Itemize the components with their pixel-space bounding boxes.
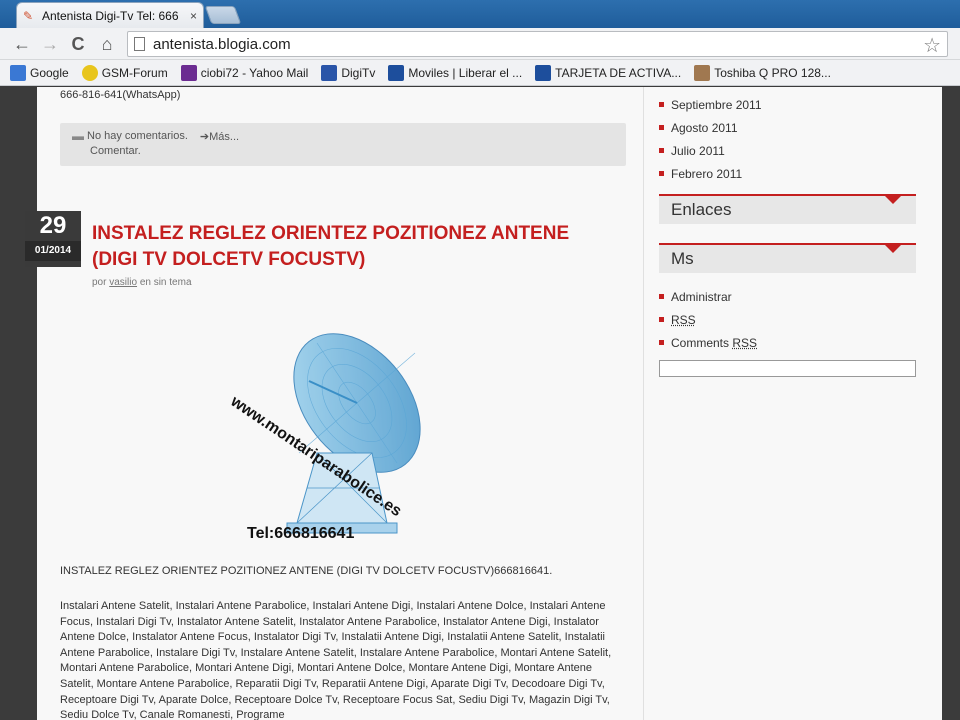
post-title[interactable]: INSTALEZ REGLEZ ORIENTEZ POZITIONEZ ANTE… [92,221,612,273]
bookmark-star-icon[interactable]: ☆ [923,33,941,58]
post-month-year: 01/2014 [25,241,81,261]
bookmark-gsm-forum[interactable]: GSM-Forum [82,65,168,81]
url-text[interactable]: antenista.blogia.com [153,36,291,53]
page-link-icon [535,65,551,81]
smiley-icon [82,65,98,81]
post-body: Instalari Antene Satelit, Instalari Ante… [60,599,626,720]
window-titlebar: ✎ Antenista Digi-Tv Tel: 666 × [0,0,960,28]
bullet-icon [659,171,664,176]
more-link[interactable]: ➔Más... [200,130,239,143]
google-icon [10,65,26,81]
no-comments-link[interactable]: No hay comentarios. [87,130,188,142]
satellite-dish-image: www.montariparabolice.es Tel:666816641 [237,323,449,553]
archive-item[interactable]: Julio 2011 [659,139,762,162]
mail-icon [181,65,197,81]
author-link[interactable]: vasilio [109,277,137,288]
post-lead: INSTALEZ REGLEZ ORIENTEZ POZITIONEZ ANTE… [60,565,626,577]
bookmark-tarjeta[interactable]: TARJETA DE ACTIVA... [535,65,681,81]
date-badge: 29 01/2014 [25,211,81,267]
reload-icon[interactable]: C [66,32,90,56]
home-icon[interactable]: ⌂ [95,32,119,56]
comment-box: ▬ No hay comentarios. ➔Más... Comentar. [60,123,626,166]
forward-icon[interactable]: → [38,32,62,56]
browser-tab[interactable]: ✎ Antenista Digi-Tv Tel: 666 × [16,2,204,28]
meta-rss[interactable]: RSS [659,308,757,331]
widget-enlaces[interactable]: Enlaces [659,194,916,224]
meta-list: Administrar RSS Comments RSS [659,285,757,354]
page-link-icon [388,65,404,81]
post-byline: por vasilio en sin tema [92,277,192,288]
digitv-icon [321,65,337,81]
bullet-icon [659,148,664,153]
toshiba-icon [694,65,710,81]
bullet-icon [659,340,664,345]
back-icon[interactable]: ← [10,32,34,56]
comment-bubble-icon: ▬ [72,129,84,143]
archive-list: Septiembre 2011 Agosto 2011 Julio 2011 F… [659,93,762,185]
archive-item[interactable]: Septiembre 2011 [659,93,762,116]
sidebar-search-input[interactable] [659,360,916,377]
post-day: 29 [25,211,81,241]
bullet-icon [659,317,664,322]
prev-post-phone: 666-816-641(WhatsApp) [60,89,180,101]
meta-comments-rss[interactable]: Comments RSS [659,331,757,354]
triangle-down-icon [884,195,902,204]
new-tab-button[interactable] [205,6,242,24]
bookmark-google[interactable]: Google [10,65,69,81]
tab-close-icon[interactable]: × [190,9,197,23]
page-content: 666-816-641(WhatsApp) ▬ No hay comentari… [37,87,942,720]
meta-admin[interactable]: Administrar [659,285,757,308]
arrow-right-icon: ➔ [200,131,209,143]
main-column: 666-816-641(WhatsApp) ▬ No hay comentari… [37,87,643,720]
archive-item[interactable]: Agosto 2011 [659,116,762,139]
bullet-icon [659,294,664,299]
comment-link[interactable]: Comentar. [90,145,614,157]
satellite-dish-icon [237,323,449,553]
image-phone-text: Tel:666816641 [247,525,354,543]
browser-toolbar: ← → C ⌂ antenista.blogia.com ☆ [0,28,960,60]
bullet-icon [659,125,664,130]
category-text: en sin tema [140,277,192,288]
page-icon [134,37,145,51]
archive-item[interactable]: Febrero 2011 [659,162,762,185]
bookmark-yahoo-mail[interactable]: ciobi72 - Yahoo Mail [181,65,309,81]
tab-title: Antenista Digi-Tv Tel: 666 [42,9,186,23]
column-divider [643,87,644,720]
sidebar: Septiembre 2011 Agosto 2011 Julio 2011 F… [659,87,917,720]
site-favicon-icon: ✎ [23,9,37,23]
page-scrollbar-area [942,87,960,720]
address-bar[interactable]: antenista.blogia.com ☆ [127,31,948,57]
bookmark-toshiba[interactable]: Toshiba Q PRO 128... [694,65,831,81]
bullet-icon [659,102,664,107]
bookmark-digitv[interactable]: DigiTv [321,65,375,81]
triangle-down-icon [884,244,902,253]
widget-ms[interactable]: Ms [659,243,916,273]
bookmarks-bar: Google GSM-Forum ciobi72 - Yahoo Mail Di… [0,60,960,86]
bookmark-moviles[interactable]: Moviles | Liberar el ... [388,65,522,81]
